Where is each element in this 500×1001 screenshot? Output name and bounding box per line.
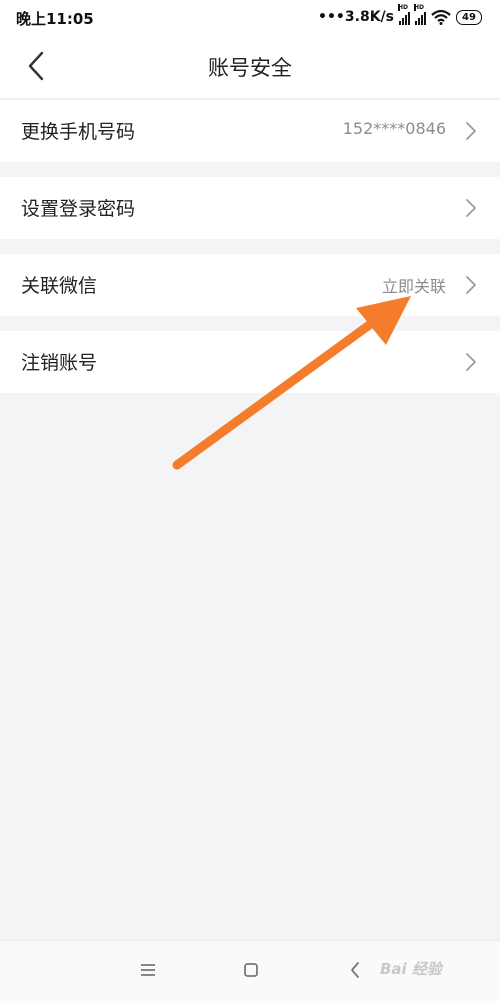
home-icon[interactable] [240,959,262,981]
status-time: 晚上11:05 [16,10,94,28]
set-password-row[interactable]: 设置登录密码 [0,177,500,239]
row-label: 关联微信 [21,275,98,297]
row-label: 注销账号 [21,352,98,374]
link-now-value: 立即关联 [381,277,446,296]
back-icon[interactable] [344,959,366,981]
status-bar: 晚上11:05 •••3.8K/s HD HD 49 [0,0,500,34]
menu-icon[interactable] [137,959,159,981]
phone-number-value: 152****0846 [342,119,446,138]
watermark: Bai 经验 [380,960,442,978]
nav-bar: 账号安全 [0,34,500,99]
network-speed: •••3.8K/s [318,9,394,25]
chevron-right-icon [466,199,476,217]
link-wechat-row[interactable]: 关联微信 立即关联 [0,254,500,316]
wifi-icon [431,9,451,25]
change-phone-row[interactable]: 更换手机号码 152****0846 [0,100,500,162]
chevron-right-icon [466,276,476,294]
page-title: 账号安全 [208,56,292,80]
delete-account-row[interactable]: 注销账号 [0,331,500,393]
chevron-right-icon [466,353,476,371]
signal-hd-icon: HD [414,4,426,25]
status-icons: •••3.8K/s HD HD 49 [318,4,482,27]
battery-icon: 49 [456,9,482,25]
chevron-right-icon [466,122,476,140]
row-label: 更换手机号码 [21,121,136,143]
row-label: 设置登录密码 [21,198,136,220]
signal-hd-icon: HD [398,4,410,25]
